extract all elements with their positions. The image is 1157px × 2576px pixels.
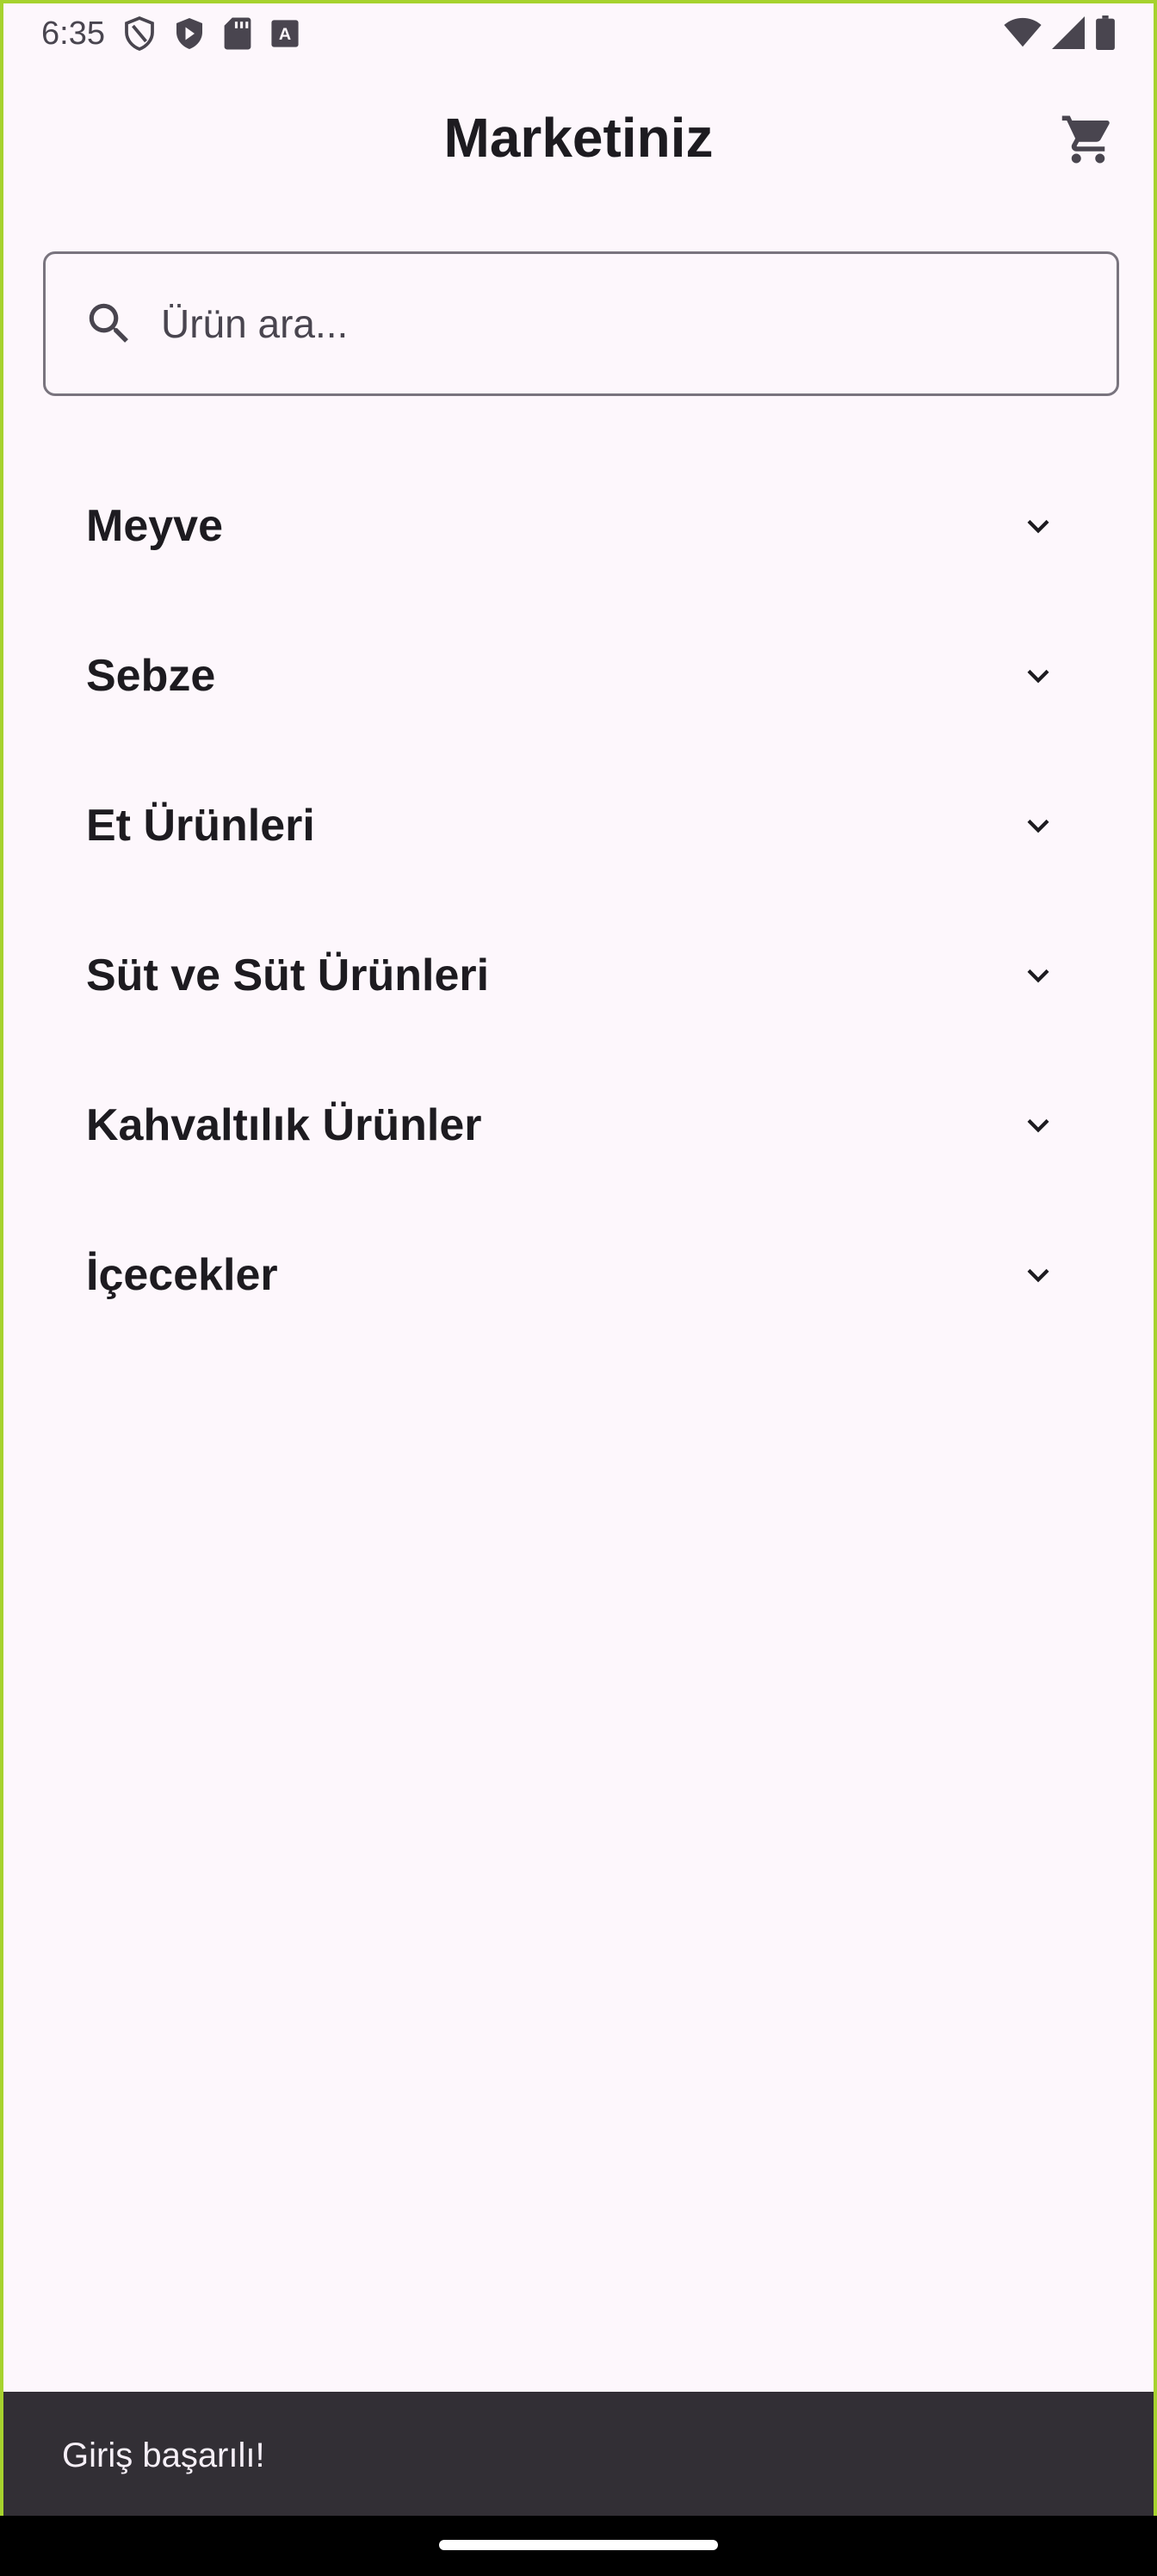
- chevron-down-icon: [1012, 500, 1064, 552]
- sd-card-icon: [224, 16, 251, 51]
- chevron-down-icon: [1012, 800, 1064, 851]
- category-label: Kahvaltılık Ürünler: [86, 1100, 482, 1150]
- svg-text:A: A: [279, 25, 291, 44]
- status-system-icons: [1004, 15, 1116, 50]
- battery-icon: [1095, 15, 1116, 50]
- category-item-icecekler[interactable]: İçecekler: [3, 1200, 1154, 1350]
- search-field[interactable]: [43, 251, 1119, 396]
- snackbar: Giriş başarılı!: [3, 2392, 1154, 2516]
- gesture-nav-handle[interactable]: [439, 2540, 718, 2550]
- category-list: Meyve Sebze Et Ürünleri Süt ve Süt Ürünl…: [3, 451, 1154, 1350]
- category-item-kahvaltilik[interactable]: Kahvaltılık Ürünler: [3, 1050, 1154, 1200]
- vpn-shield-icon: [124, 16, 155, 51]
- app-bar: Marketiniz: [3, 74, 1154, 201]
- category-label: Sebze: [86, 651, 216, 701]
- status-bar: 6:35 A: [3, 3, 1154, 64]
- category-label: Et Ürünleri: [86, 801, 315, 851]
- chevron-down-icon: [1012, 1099, 1064, 1151]
- category-item-meyve[interactable]: Meyve: [3, 451, 1154, 601]
- wifi-icon: [1004, 17, 1042, 48]
- search-input[interactable]: [161, 300, 1022, 347]
- category-item-sebze[interactable]: Sebze: [3, 601, 1154, 751]
- category-label: İçecekler: [86, 1250, 278, 1300]
- category-label: Meyve: [86, 501, 223, 551]
- snackbar-message: Giriş başarılı!: [62, 2436, 265, 2474]
- status-notification-icons: A: [124, 16, 300, 51]
- shield-icon: [174, 16, 205, 51]
- chevron-down-icon: [1012, 1249, 1064, 1301]
- keyboard-a-icon: A: [270, 19, 300, 48]
- chevron-down-icon: [1012, 950, 1064, 1001]
- cart-icon: [1060, 111, 1117, 172]
- app-screen: 6:35 A Marketiniz Ürün ara... Meyve Sebz…: [0, 0, 1157, 2516]
- chevron-down-icon: [1012, 650, 1064, 702]
- category-item-sut-urunleri[interactable]: Süt ve Süt Ürünleri: [3, 901, 1154, 1050]
- search-icon: [82, 296, 137, 351]
- page-title: Marketiniz: [443, 107, 714, 169]
- signal-icon: [1052, 16, 1085, 49]
- cart-button[interactable]: [1054, 107, 1123, 176]
- category-label: Süt ve Süt Ürünleri: [86, 951, 490, 1000]
- status-time: 6:35: [41, 15, 105, 52]
- category-item-et-urunleri[interactable]: Et Ürünleri: [3, 751, 1154, 901]
